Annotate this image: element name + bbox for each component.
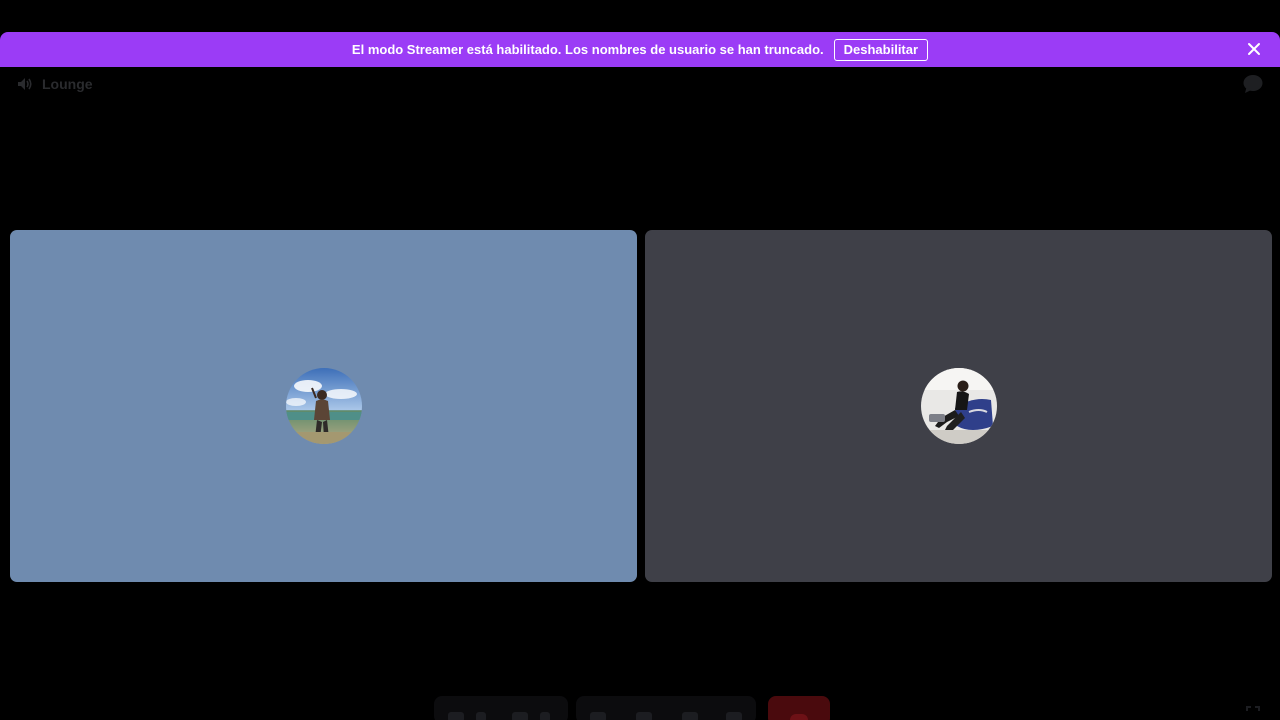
more-icon[interactable] (726, 712, 742, 720)
channel-header: Lounge (16, 74, 93, 94)
chat-bubble-icon[interactable] (1242, 74, 1264, 94)
streamer-mode-message: El modo Streamer está habilitado. Los no… (351, 42, 824, 57)
streamer-mode-banner: El modo Streamer está habilitado. Los no… (0, 32, 1280, 67)
speaker-icon (16, 75, 34, 93)
call-controls (0, 694, 1280, 720)
fullscreen-icon[interactable] (1246, 706, 1260, 720)
window-top-bar (0, 0, 1280, 32)
channel-name: Lounge (42, 76, 93, 92)
avatar (920, 368, 997, 444)
disable-streamer-mode-button[interactable]: Deshabilitar (833, 38, 929, 61)
close-icon[interactable] (1246, 41, 1262, 57)
soundboard-icon[interactable] (682, 712, 698, 720)
microphone-icon[interactable] (448, 712, 464, 720)
chevron-down-icon[interactable] (540, 712, 550, 720)
participant-tile[interactable] (10, 230, 637, 582)
activities-icon[interactable] (636, 712, 652, 720)
participant-tile[interactable] (645, 230, 1272, 582)
disconnect-icon (790, 714, 808, 720)
disconnect-button[interactable] (768, 696, 830, 720)
camera-icon[interactable] (512, 712, 528, 720)
voice-channel-view: El modo Streamer está habilitado. Los no… (0, 0, 1280, 720)
avatar (285, 368, 362, 444)
chevron-down-icon[interactable] (476, 712, 486, 720)
screen-share-icon[interactable] (590, 712, 606, 720)
